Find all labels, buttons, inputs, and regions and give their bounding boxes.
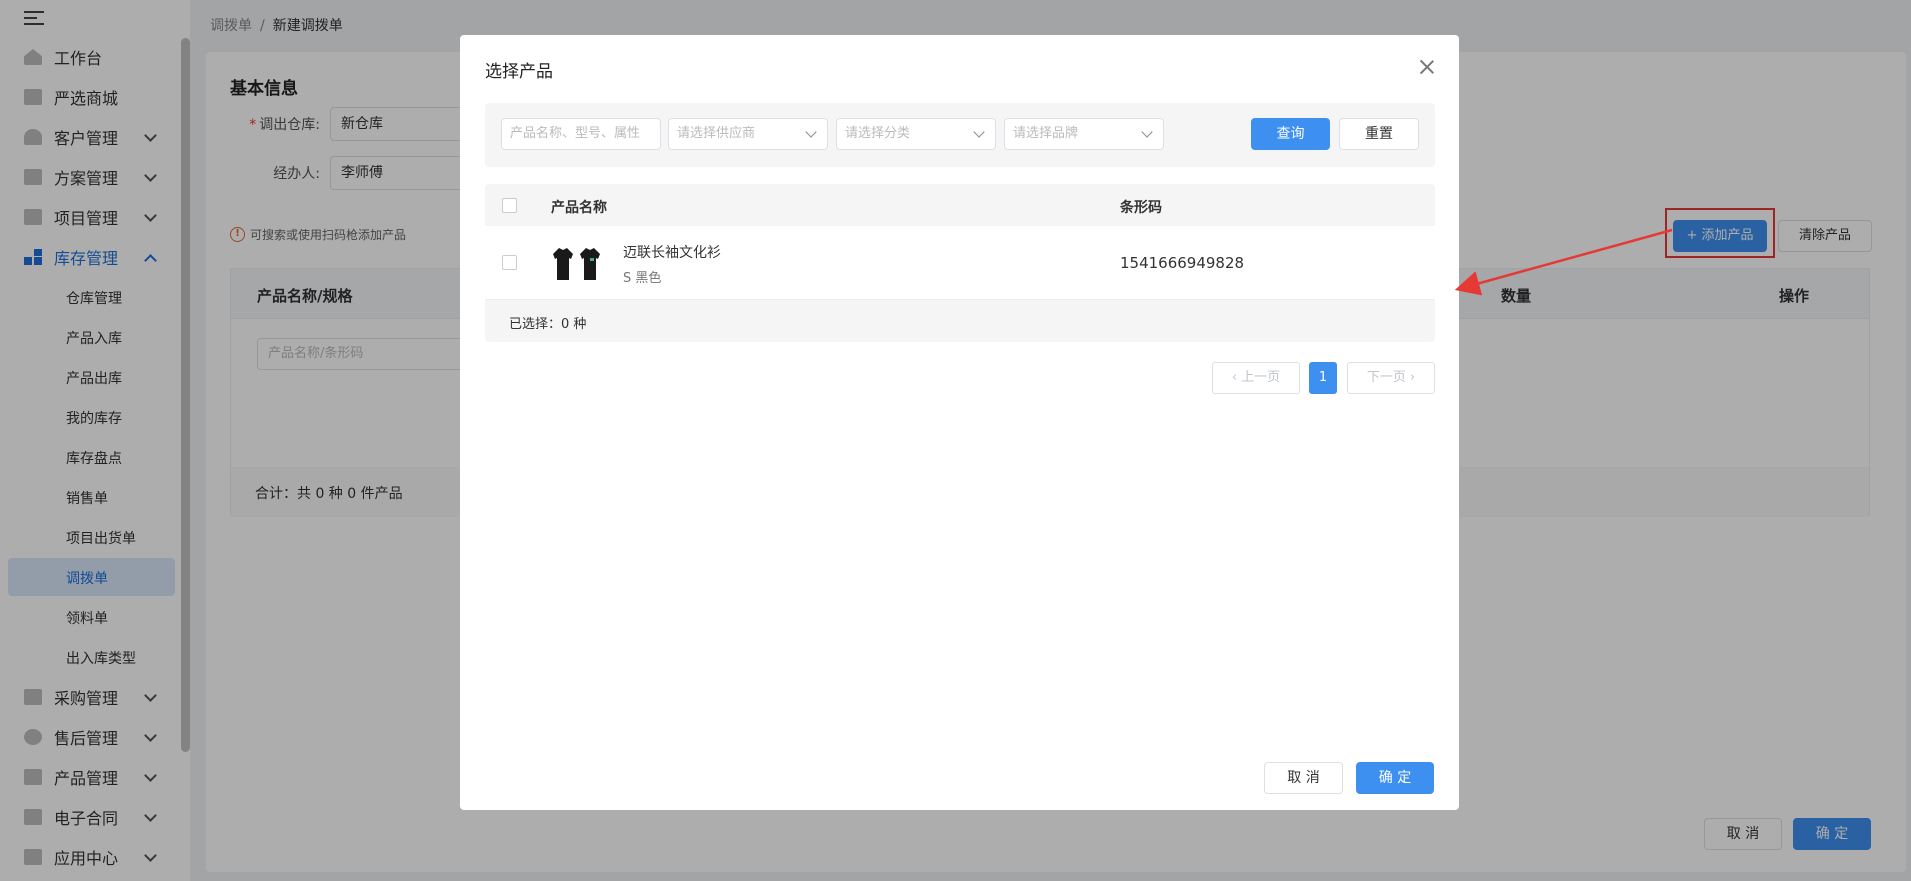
reset-button[interactable]: 重置 — [1339, 118, 1419, 150]
dialog-cancel-button[interactable]: 取 消 — [1264, 762, 1343, 794]
product-thumbnail — [551, 246, 603, 282]
col-barcode-header: 条形码 — [1120, 200, 1162, 216]
select-all-checkbox[interactable] — [502, 198, 517, 213]
chevron-down-icon — [973, 126, 985, 138]
product-barcode: 1541666949828 — [1120, 254, 1245, 272]
query-button[interactable]: 查询 — [1251, 118, 1330, 150]
filter-bar: 产品名称、型号、属性 请选择供应商 请选择分类 请选择品牌 查询 重置 — [485, 103, 1435, 167]
product-name: 迈联长袖文化衫 — [623, 245, 721, 261]
keyword-search-input[interactable]: 产品名称、型号、属性 — [501, 118, 661, 150]
product-select-table-header: 产品名称 条形码 — [485, 184, 1435, 226]
row-checkbox[interactable] — [502, 255, 517, 270]
table-row[interactable]: 迈联长袖文化衫 S 黑色 1541666949828 — [485, 226, 1435, 300]
page-number-button[interactable]: 1 — [1309, 362, 1337, 394]
brand-select[interactable]: 请选择品牌 — [1004, 118, 1164, 150]
close-icon[interactable] — [1419, 59, 1435, 75]
dialog-confirm-button[interactable]: 确 定 — [1356, 762, 1434, 794]
select-product-dialog: 选择产品 产品名称、型号、属性 请选择供应商 请选择分类 请选择品牌 查询 重置… — [460, 35, 1459, 810]
category-select[interactable]: 请选择分类 — [836, 118, 996, 150]
prev-page-button[interactable]: ‹ 上一页 — [1212, 362, 1300, 394]
dialog-title: 选择产品 — [485, 62, 553, 82]
col-product-name-header: 产品名称 — [551, 200, 607, 216]
product-select-table: 产品名称 条形码 迈联长袖文化衫 S 黑色 1541666949828 已选择：… — [485, 184, 1435, 342]
chevron-down-icon — [805, 126, 817, 138]
chevron-down-icon — [1141, 126, 1153, 138]
supplier-select[interactable]: 请选择供应商 — [668, 118, 828, 150]
product-spec: S 黑色 — [623, 271, 662, 286]
selected-count-bar: 已选择：0 种 — [485, 300, 1435, 342]
next-page-button[interactable]: 下一页 › — [1347, 362, 1435, 394]
